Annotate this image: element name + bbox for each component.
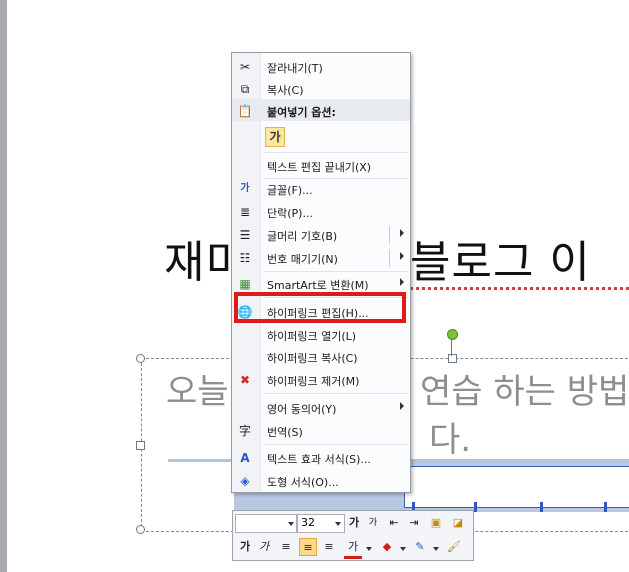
menu-separator xyxy=(264,444,408,445)
menu-item-format-text-effects[interactable]: A 텍스트 효과 서식(S)... xyxy=(232,447,410,469)
paste-option-keep-text-button[interactable]: 가 xyxy=(265,127,285,147)
bold-button[interactable]: 가 xyxy=(236,538,254,556)
menu-item-bullets[interactable]: ☰ 글머리 기호(B) xyxy=(232,224,410,246)
body-text-line1-right[interactable]: 연습 하는 방법 xyxy=(420,364,629,413)
menu-item-font[interactable]: 가 글꼴(F)... xyxy=(232,178,410,200)
menu-item-paragraph[interactable]: ≣ 단락(P)... xyxy=(232,201,410,223)
menu-item-cut[interactable]: ✂ 잘라내기(T) xyxy=(232,56,410,78)
decrease-indent-icon[interactable]: ⇤ xyxy=(385,514,403,532)
body-text-line1-left[interactable]: 오늘 xyxy=(166,364,229,413)
menu-item-label: 단락(P)... xyxy=(267,207,313,220)
submenu-split xyxy=(389,249,390,267)
chevron-down-icon xyxy=(335,522,341,526)
format-painter-icon[interactable]: 🖌 xyxy=(445,538,463,556)
resize-handle-left[interactable] xyxy=(136,441,145,450)
menu-item-label: 하이퍼링크 복사(C) xyxy=(267,352,358,365)
menu-item-exit-text-edit[interactable]: 텍스트 편집 끝내기(X) xyxy=(232,155,410,177)
paragraph-icon: ≣ xyxy=(239,205,251,219)
smartart-icon: ▦ xyxy=(239,277,251,291)
resize-handle-top-left[interactable] xyxy=(136,354,145,363)
format-shape-icon: ◈ xyxy=(240,474,250,488)
submenu-split xyxy=(389,226,390,244)
menu-item-label: 복사(C) xyxy=(267,84,304,97)
align-right-icon[interactable]: ≡ xyxy=(320,538,338,556)
italic-button[interactable]: 가 xyxy=(255,538,273,556)
remove-link-icon: ✖ xyxy=(239,373,251,387)
slide-title-right[interactable]: 블로그 이 xyxy=(410,226,591,290)
submenu-arrow-icon xyxy=(400,278,404,286)
copy-icon: ⧉ xyxy=(240,82,250,96)
align-center-icon[interactable]: ≡ xyxy=(299,538,317,556)
mini-toolbar: 32 가 가 ⇤ ⇥ ▣ ◪ 가 가 ≡ ≡ ≡ 가 ◆ ✎ 🖌 xyxy=(232,510,474,561)
menu-item-label: 번호 매기기(N) xyxy=(267,253,338,266)
submenu-arrow-icon[interactable] xyxy=(400,252,404,260)
bring-forward-icon[interactable]: ▣ xyxy=(427,514,445,532)
shrink-font-button[interactable]: 가 xyxy=(364,514,382,532)
grow-font-button[interactable]: 가 xyxy=(345,514,363,532)
menu-separator xyxy=(264,152,408,153)
menu-item-label: 하이퍼링크 제거(M) xyxy=(267,375,360,388)
menu-item-open-hyperlink[interactable]: 하이퍼링크 열기(L) xyxy=(232,324,410,346)
resize-handle-bottom-left[interactable] xyxy=(136,525,145,534)
menu-separator xyxy=(264,271,408,272)
shape-outline-icon[interactable]: ✎ xyxy=(411,538,429,556)
context-menu: ✂ 잘라내기(T) ⧉ 복사(C) 📋 붙여넣기 옵션: 가 텍스트 편집 끝내… xyxy=(231,52,411,493)
numbering-icon: ☷ xyxy=(239,251,251,265)
annotation-highlight-box xyxy=(234,292,406,323)
menu-item-label: SmartArt로 변환(M) xyxy=(267,279,369,292)
rotation-handle[interactable] xyxy=(447,329,458,340)
menu-item-label: 하이퍼링크 열기(L) xyxy=(267,330,357,343)
paste-icon: 📋 xyxy=(237,104,253,118)
menu-item-label: 번역(S) xyxy=(267,426,303,439)
menu-item-label: 글꼴(F)... xyxy=(267,184,313,197)
submenu-arrow-icon[interactable] xyxy=(400,229,404,237)
menu-item-label: 텍스트 편집 끝내기(X) xyxy=(267,161,372,174)
left-rail xyxy=(0,0,7,572)
menu-item-copy-hyperlink[interactable]: 하이퍼링크 복사(C) xyxy=(232,346,410,368)
menu-item-numbering[interactable]: ☷ 번호 매기기(N) xyxy=(232,247,410,269)
menu-item-format-shape[interactable]: ◈ 도형 서식(O)... xyxy=(232,470,410,492)
menu-item-label: 잘라내기(T) xyxy=(267,62,323,75)
chevron-down-icon[interactable] xyxy=(433,547,439,551)
align-left-icon[interactable]: ≡ xyxy=(277,538,295,556)
bullets-icon: ☰ xyxy=(239,228,251,242)
font-size-value: 32 xyxy=(301,516,315,529)
scissors-icon: ✂ xyxy=(239,60,251,74)
send-backward-icon[interactable]: ◪ xyxy=(449,514,467,532)
menu-item-translate[interactable]: 字 번역(S) xyxy=(232,420,410,442)
font-size-combobox[interactable]: 32 xyxy=(297,514,345,533)
text-effects-icon: A xyxy=(240,451,250,465)
menu-item-label: 글머리 기호(B) xyxy=(267,230,338,243)
translate-icon: 字 xyxy=(238,424,251,438)
font-name-combobox[interactable] xyxy=(235,514,297,533)
font-icon: 가 xyxy=(240,183,250,194)
body-text-line2[interactable]: 다. xyxy=(429,412,471,461)
menu-item-paste-options: 📋 붙여넣기 옵션: xyxy=(232,100,410,122)
menu-item-copy[interactable]: ⧉ 복사(C) xyxy=(232,78,410,100)
menu-separator xyxy=(264,393,408,394)
shape-fill-icon[interactable]: ◆ xyxy=(378,538,396,556)
menu-item-label: 영어 동의어(Y) xyxy=(267,403,337,416)
menu-item-remove-hyperlink[interactable]: ✖ 하이퍼링크 제거(M) xyxy=(232,369,410,391)
chevron-down-icon[interactable] xyxy=(400,547,406,551)
menu-item-label: 붙여넣기 옵션: xyxy=(267,106,336,119)
font-color-button[interactable]: 가 xyxy=(344,538,362,559)
resize-handle-top[interactable] xyxy=(448,354,457,363)
menu-item-label: 텍스트 효과 서식(S)... xyxy=(267,453,371,466)
increase-indent-icon[interactable]: ⇥ xyxy=(405,514,423,532)
rotation-line xyxy=(451,338,452,356)
submenu-arrow-icon xyxy=(400,402,404,410)
chevron-down-icon[interactable] xyxy=(366,547,372,551)
menu-item-label: 도형 서식(O)... xyxy=(267,476,339,489)
spellcheck-squiggle xyxy=(404,287,629,290)
chevron-down-icon xyxy=(288,522,294,526)
menu-item-synonyms[interactable]: 영어 동의어(Y) xyxy=(232,397,410,419)
